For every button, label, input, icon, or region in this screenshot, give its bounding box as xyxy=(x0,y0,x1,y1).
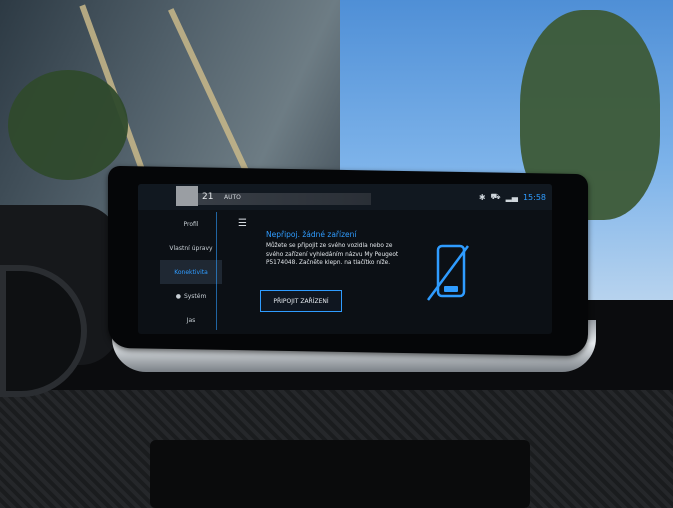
sidebar-item-custom[interactable]: Vlastní úpravy xyxy=(160,236,222,260)
no-device-phone-icon xyxy=(426,244,470,301)
connectivity-panel: Nepřipoj. žádné zařízení Můžete se připo… xyxy=(266,230,406,268)
window-frame xyxy=(168,8,258,192)
sidebar-item-label: Konektivita xyxy=(174,268,208,276)
clock: 15:58 xyxy=(522,192,546,202)
sidebar-item-label: Systém xyxy=(183,292,207,300)
sidebar-item-label: Jas xyxy=(186,316,196,324)
tree-reflection xyxy=(8,70,128,180)
panel-title: Nepřipoj. žádné zařízení xyxy=(266,230,357,239)
sidebar-item-connectivity[interactable]: Konektivita xyxy=(160,260,222,284)
sidebar-item-label: Profil xyxy=(183,220,199,228)
profile-avatar-tile[interactable] xyxy=(176,186,198,206)
panel-description: Můžete se připojit ze svého vozidla nebo… xyxy=(266,243,399,266)
connect-device-button[interactable]: PŘIPOJIT ZAŘÍZENÍ xyxy=(260,290,342,312)
sidebar-item-label: Vlastní úpravy xyxy=(169,244,213,252)
signal-icon: ▂▄ xyxy=(505,192,518,202)
bluetooth-icon: ✱ xyxy=(478,192,486,202)
temperature-readout[interactable]: 21 xyxy=(202,192,213,202)
gauge xyxy=(0,265,87,397)
status-bar: 21 AUTO ✱ ⛟ ▂▄ 15:58 xyxy=(138,184,552,210)
settings-sidebar: Profil Vlastní úpravy Konektivita ● Syst… xyxy=(160,212,222,334)
sidebar-item-brightness[interactable]: Jas xyxy=(160,308,222,332)
instrument-cluster xyxy=(0,205,120,397)
connect-device-button-label: PŘIPOJIT ZAŘÍZENÍ xyxy=(273,297,329,305)
status-indicators: ✱ ⛟ ▂▄ 15:58 xyxy=(479,192,546,202)
sidebar-item-profile[interactable]: Profil xyxy=(160,212,222,236)
infotainment-screen: 21 AUTO ✱ ⛟ ▂▄ 15:58 Profil Vlastní úpra… xyxy=(138,184,552,334)
car-icon: ⛟ xyxy=(490,192,501,201)
climate-auto-label: AUTO xyxy=(224,194,241,201)
sidebar-item-system[interactable]: ● Systém xyxy=(160,284,222,308)
hamburger-menu-icon[interactable]: ☰ xyxy=(238,218,247,229)
air-vent xyxy=(150,440,530,508)
gear-icon: ● xyxy=(175,292,181,300)
sidebar-divider xyxy=(216,212,217,330)
